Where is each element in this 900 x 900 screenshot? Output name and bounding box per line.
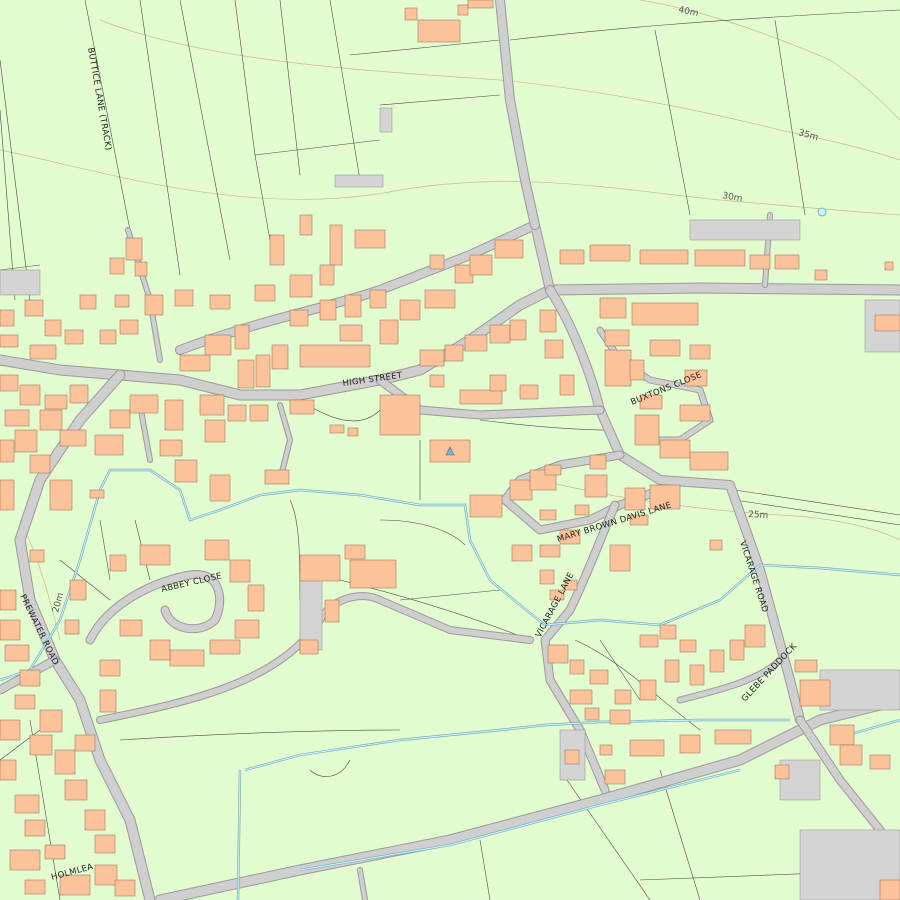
contour-label-25: 25m xyxy=(748,510,769,521)
pond-icon xyxy=(817,207,827,217)
os-map[interactable]: 40m 35m 30m 25m 20m BUTTICE LANE (TRACK)… xyxy=(0,0,900,900)
